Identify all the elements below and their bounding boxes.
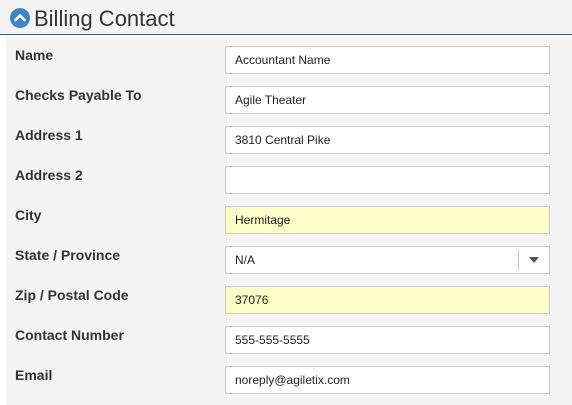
form-row-checks-payable-to: Checks Payable To <box>6 77 572 117</box>
name-field[interactable] <box>225 46 550 74</box>
form-row-address-1: Address 1 <box>6 117 572 157</box>
billing-contact-panel: Billing Contact Name Checks Payable To A… <box>0 0 572 405</box>
section-header: Billing Contact <box>0 0 572 35</box>
zip-postal-code-label: Zip / Postal Code <box>15 287 129 303</box>
state-province-selected-value: N/A <box>235 253 256 267</box>
address-2-label: Address 2 <box>15 167 83 183</box>
email-field[interactable] <box>225 366 550 394</box>
checks-payable-to-field[interactable] <box>225 86 550 114</box>
email-label: Email <box>15 367 53 383</box>
form-row-city: City <box>6 197 572 237</box>
state-province-label: State / Province <box>15 247 121 263</box>
city-field[interactable] <box>225 206 550 234</box>
state-province-select[interactable]: N/A <box>225 246 550 274</box>
form-row-contact-number: Contact Number <box>6 317 572 357</box>
zip-postal-code-field[interactable] <box>225 286 550 314</box>
address-1-label: Address 1 <box>15 127 83 143</box>
caret-down-icon[interactable] <box>519 247 549 273</box>
city-label: City <box>15 207 42 223</box>
form-row-zip-postal-code: Zip / Postal Code <box>6 277 572 317</box>
checks-payable-to-label: Checks Payable To <box>15 87 142 103</box>
address-1-field[interactable] <box>225 126 550 154</box>
chevron-up-icon[interactable] <box>10 8 30 28</box>
section-title: Billing Contact <box>34 6 175 31</box>
form-row-name: Name <box>6 37 572 77</box>
name-label: Name <box>15 47 54 63</box>
billing-contact-form: Name Checks Payable To Address 1 Address… <box>6 37 572 405</box>
form-row-address-2: Address 2 <box>6 157 572 197</box>
form-row-email: Email <box>6 357 572 397</box>
contact-number-field[interactable] <box>225 326 550 354</box>
contact-number-label: Contact Number <box>15 327 124 343</box>
form-row-state-province: State / Province N/A <box>6 237 572 277</box>
address-2-field[interactable] <box>225 166 550 194</box>
